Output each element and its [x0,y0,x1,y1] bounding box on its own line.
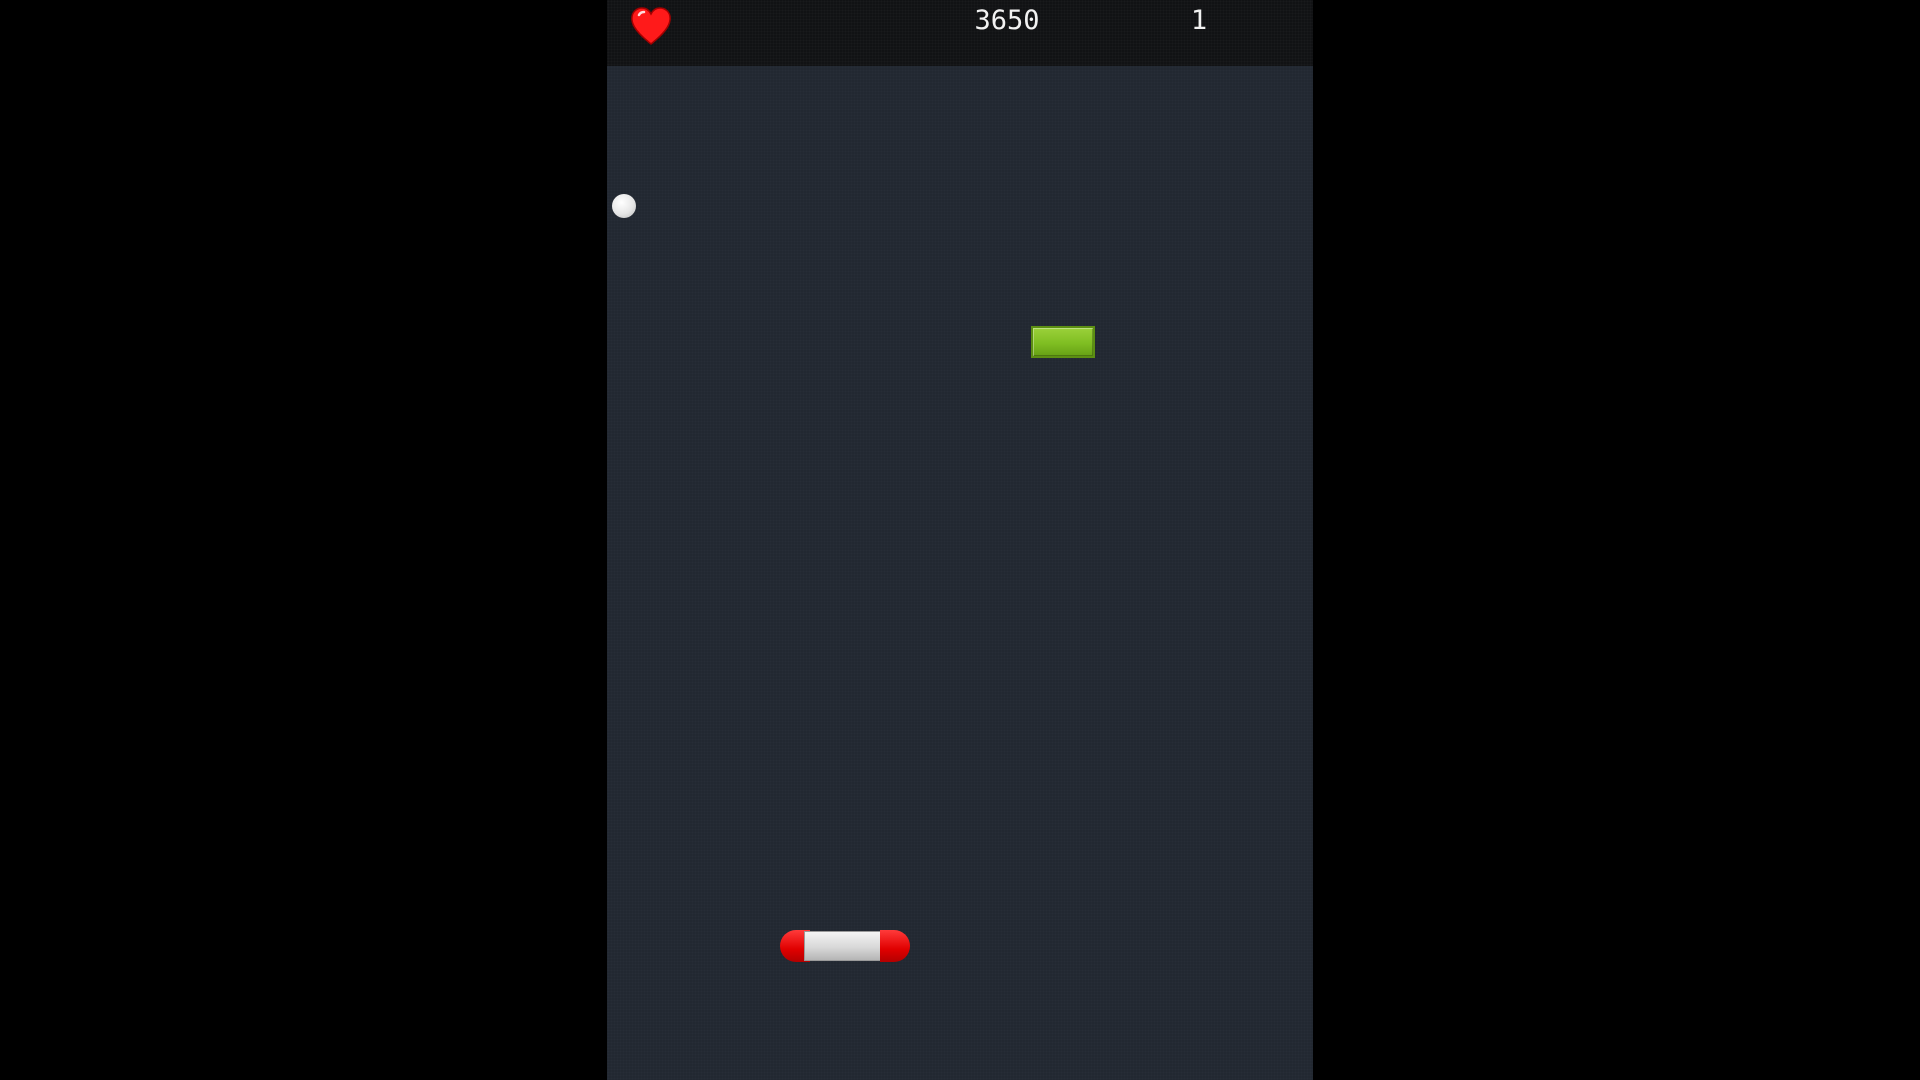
game-canvas[interactable]: 3650 1 [607,0,1313,1080]
hud-bar: 3650 1 [607,0,1313,66]
screen-viewport: 3650 1 [0,0,1920,1080]
score-value: 3650 [974,5,1040,36]
brick [1031,326,1095,358]
heart-icon [629,6,673,46]
level-value: 1 [1190,5,1208,36]
paddle[interactable] [780,930,910,962]
paddle-right-cap [880,930,910,962]
paddle-body [804,931,886,961]
ball [612,194,636,218]
